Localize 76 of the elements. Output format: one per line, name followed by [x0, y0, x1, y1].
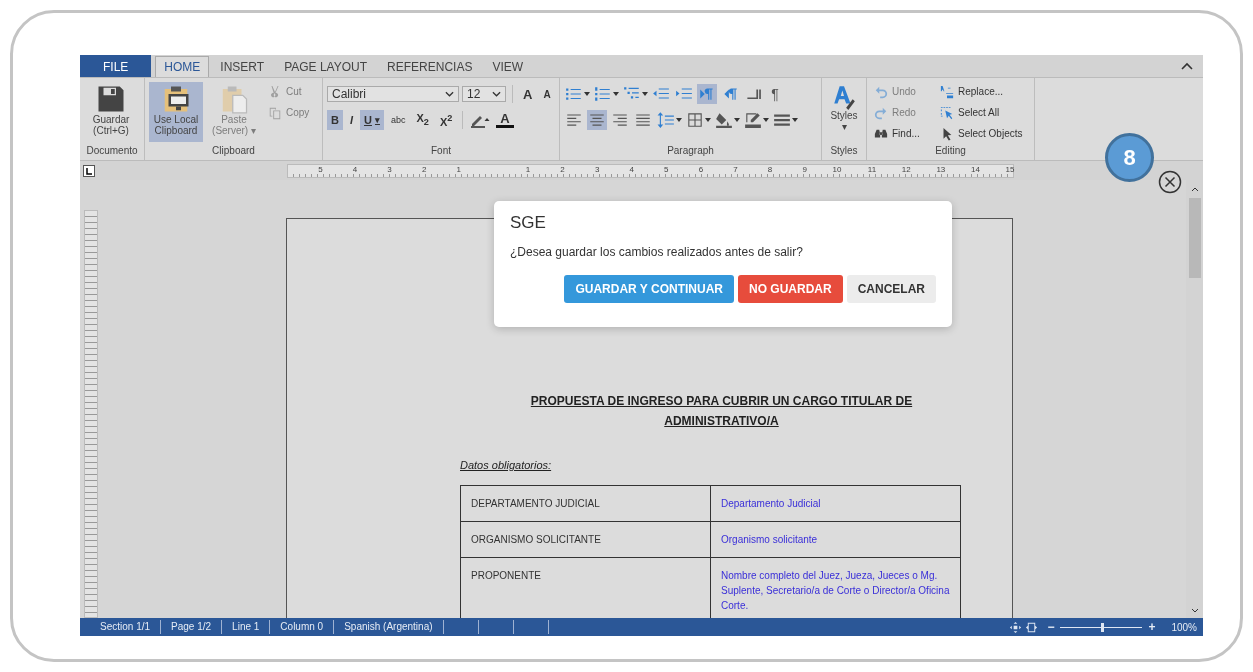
format-button[interactable]: I — [345, 110, 357, 130]
caret-icon[interactable] — [763, 118, 769, 122]
status-item: Section 1/1 — [80, 620, 162, 634]
horizontal-ruler: 5 4 3 2 1 1 2 3 4 5 6 7 8 9 10 11 12 13 14 15 — [287, 163, 1014, 178]
group-label: Clipboard — [211, 144, 256, 158]
chevron-down-icon — [492, 91, 501, 97]
caret-icon[interactable] — [792, 118, 798, 122]
redo-icon — [874, 105, 888, 120]
ribbon-tab[interactable]: FILE — [80, 55, 152, 77]
fit-width-icon[interactable] — [1009, 620, 1023, 634]
ribbon-tab[interactable]: INSERT — [211, 56, 274, 77]
shrink-font-button[interactable]: A — [539, 84, 555, 104]
document-title: PROPUESTA DE INGRESO PARA CUBRIR UN CARGO TITULAR DE ADMINISTRATIVO/A — [529, 393, 914, 430]
table-cell: Departamento Judicial — [710, 485, 961, 522]
editing-button[interactable]: Replace... — [937, 82, 1037, 101]
ribbon-tab[interactable]: PAGE LAYOUT — [275, 56, 377, 77]
fit-page-icon[interactable] — [1025, 620, 1039, 634]
ribbon-tab[interactable]: VIEW — [483, 56, 533, 77]
editing-button[interactable]: Find... — [871, 124, 937, 143]
group-label: Font — [430, 144, 452, 158]
copy-icon — [268, 105, 282, 120]
collapse-icon[interactable] — [1181, 62, 1193, 70]
styles-button[interactable]: Styles ▾ — [826, 82, 862, 142]
table-cell: ORGANISMO SOLICITANTE — [460, 521, 711, 558]
editing-button[interactable]: Select All — [937, 103, 1037, 122]
dialog-button[interactable]: CANCELAR — [846, 275, 936, 303]
format-button[interactable]: abc — [386, 110, 410, 130]
use-local-clipboard-button[interactable]: Use Local Clipboard — [149, 82, 203, 142]
group-label: Documento — [85, 144, 139, 158]
replace-icon — [940, 84, 954, 99]
align-center-icon[interactable] — [587, 110, 607, 130]
font-size-dropdown[interactable]: 12 — [462, 86, 506, 102]
pilcrow-button[interactable]: ¶ — [766, 84, 784, 104]
editing-button[interactable]: Select Objects — [937, 124, 1037, 143]
caret-icon[interactable] — [613, 92, 619, 96]
ribbon-tab[interactable]: HOME — [155, 56, 210, 77]
group-label: Paragraph — [666, 144, 715, 158]
format-button[interactable]: X$_{2}$ — [412, 110, 433, 130]
caret-icon[interactable] — [705, 118, 711, 122]
zoom-reading: 100% — [1170, 621, 1198, 633]
group-label: Editing — [934, 144, 967, 158]
close-icon[interactable] — [1158, 170, 1182, 194]
selectall-icon — [940, 105, 954, 120]
status-item: Spanish (Argentina) — [334, 620, 444, 634]
caret-icon[interactable] — [734, 118, 740, 122]
caret-icon[interactable] — [584, 92, 590, 96]
dialog-title: SGE — [510, 213, 547, 233]
tab-stop-icon[interactable] — [83, 164, 95, 177]
group-label: Styles — [829, 144, 859, 158]
dialog-message: ¿Desea guardar los cambios realizados antes de salir? — [510, 245, 804, 259]
scroll-down-icon[interactable] — [1190, 608, 1199, 614]
font-family-dropdown[interactable]: Calibri — [327, 86, 459, 102]
zoom-in-button[interactable]: + — [1142, 620, 1162, 634]
scroll-up-icon[interactable] — [1190, 186, 1199, 192]
table-cell: DEPARTAMENTO JUDICIAL — [460, 485, 711, 522]
status-item: Line 1 — [222, 620, 271, 634]
chevron-down-icon — [445, 91, 454, 97]
status-item: Page 1/2 — [161, 620, 223, 634]
zoom-out-button[interactable]: − — [1041, 620, 1061, 634]
grow-font-button[interactable]: A — [519, 84, 537, 104]
caret-icon[interactable] — [676, 118, 682, 122]
ribbon-tab[interactable]: REFERENCIAS — [378, 56, 482, 77]
shading-icon[interactable] — [714, 110, 734, 130]
save-button[interactable]: Guardar (Ctrl+G) — [84, 82, 138, 142]
pen-icon[interactable] — [743, 110, 763, 130]
status-item: Column 0 — [270, 620, 335, 634]
section-heading: Datos obligatorios: — [460, 459, 553, 471]
styles-brush-icon — [831, 84, 857, 110]
table-cell: Organismo solicitante — [710, 521, 961, 558]
font-color-button[interactable]: A — [496, 112, 514, 128]
format-button[interactable]: X$^{2}$ — [435, 110, 457, 130]
scrollbar-thumb[interactable] — [1188, 198, 1201, 278]
format-button[interactable]: U ▾ — [360, 110, 384, 130]
caret-icon[interactable] — [642, 92, 648, 96]
dialog-button[interactable]: NO GUARDAR — [738, 275, 843, 303]
format-button[interactable]: B — [327, 110, 343, 130]
